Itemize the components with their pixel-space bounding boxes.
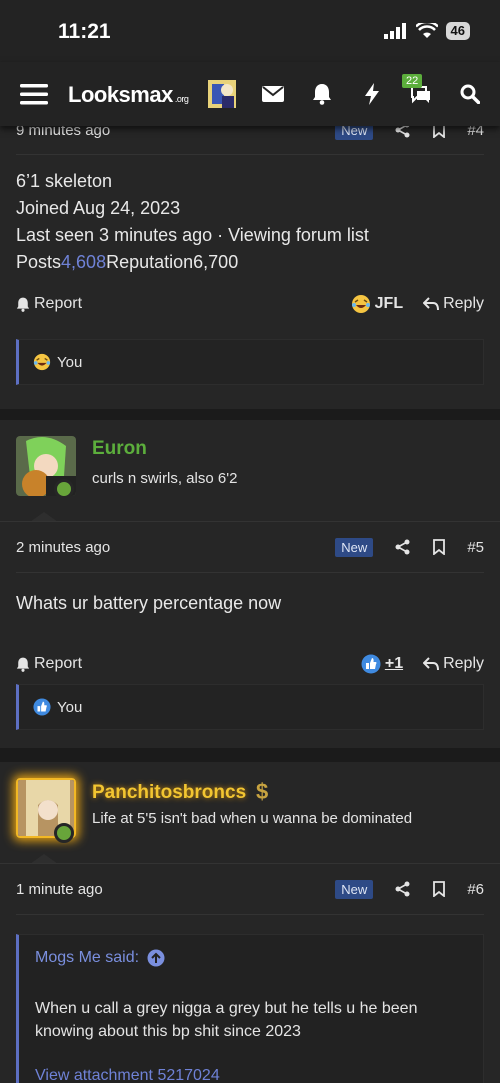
- wifi-icon: [415, 23, 438, 38]
- post-meta: 2 minutes ago New #5: [16, 535, 484, 559]
- post-date[interactable]: 9 minutes ago: [16, 126, 110, 139]
- body-line: Joined Aug 24, 2023: [16, 198, 181, 218]
- report-label: Report: [34, 295, 83, 312]
- chat-count-badge: 22: [402, 74, 423, 88]
- site-logo[interactable]: Looksmax .org: [68, 82, 189, 108]
- post-date[interactable]: 2 minutes ago: [16, 539, 110, 556]
- chat-bubble-icon[interactable]: 22: [402, 74, 436, 112]
- body-line: Last seen 3 minutes ago · Viewing forum …: [16, 225, 369, 245]
- hamburger-icon[interactable]: [16, 76, 52, 112]
- online-indicator: [54, 823, 74, 843]
- reactions-bar[interactable]: You: [16, 339, 484, 385]
- post-number[interactable]: #4: [467, 126, 484, 139]
- lightning-icon[interactable]: [357, 76, 387, 112]
- divider: [16, 154, 484, 155]
- post-meta: 9 minutes ago New #4: [16, 126, 484, 142]
- share-icon[interactable]: [395, 539, 411, 555]
- new-badge: New: [335, 126, 374, 140]
- reacted-by: You: [57, 353, 83, 371]
- post-meta: 1 minute ago New #6: [16, 877, 484, 901]
- laughing-emoji-icon: [33, 353, 51, 371]
- top-nav: Looksmax .org 22: [0, 62, 500, 126]
- reply-icon: [423, 297, 440, 311]
- new-badge: New: [335, 537, 374, 557]
- user-title: Life at 5'5 isn't bad when u wanna be do…: [92, 810, 413, 827]
- username-link[interactable]: Euron: [92, 438, 147, 460]
- bookmark-icon[interactable]: [433, 539, 446, 555]
- username-link[interactable]: Panchitosbroncs: [92, 782, 246, 804]
- battery-indicator: 46: [445, 22, 470, 40]
- quote-text: When u call a grey nigga a grey but he t…: [35, 1000, 418, 1040]
- reactions-bar[interactable]: You: [16, 684, 484, 730]
- signal-icon: [383, 23, 406, 39]
- report-button[interactable]: Report: [16, 295, 82, 313]
- reaction-button[interactable]: +1: [361, 654, 403, 674]
- logo-text: Looksmax: [68, 82, 173, 107]
- post-6: Panchitosbroncs $ Life at 5'5 isn't bad …: [0, 762, 500, 1083]
- bookmark-icon[interactable]: [433, 126, 446, 138]
- laughing-emoji-icon: [351, 295, 370, 313]
- post-footer: Report JFL Reply: [16, 292, 484, 316]
- reaction-label: JFL: [374, 295, 404, 312]
- divider: [16, 572, 484, 573]
- user-avatar[interactable]: [207, 76, 237, 112]
- reply-label: Reply: [443, 655, 484, 672]
- status-bar: 11:21 46: [0, 0, 500, 62]
- post-5: Euron curls n swirls, also 6'2 2 minutes…: [0, 420, 500, 748]
- reply-button[interactable]: Reply: [423, 655, 484, 673]
- post-4: 9 minutes ago New #4 6’1 skeleton Joined…: [0, 126, 500, 409]
- reply-label: Reply: [443, 295, 484, 312]
- share-icon[interactable]: [395, 881, 411, 897]
- arrow-up-icon: [147, 949, 165, 967]
- divider: [0, 521, 500, 522]
- post-footer: Report +1 Reply: [16, 652, 484, 676]
- reaction-label: +1: [384, 655, 404, 672]
- posts-label: Posts: [16, 252, 62, 272]
- reputation-label: Reputation: [106, 252, 194, 272]
- attachment-link[interactable]: View attachment 5217024: [35, 1067, 220, 1083]
- report-label: Report: [34, 655, 83, 672]
- quote-block: Mogs Me said: When u call a grey nigga a…: [16, 934, 484, 1083]
- reputation-value: 6,700: [193, 252, 239, 272]
- post-number[interactable]: #6: [467, 881, 484, 898]
- user-title: curls n swirls, also 6'2: [92, 470, 238, 487]
- online-indicator: [54, 479, 74, 499]
- quote-author: Mogs Me said:: [35, 949, 140, 966]
- dollar-icon: $: [256, 779, 269, 804]
- post-date[interactable]: 1 minute ago: [16, 881, 103, 898]
- logo-suffix: .org: [174, 94, 189, 104]
- thread-content: 9 minutes ago New #4 6’1 skeleton Joined…: [0, 126, 500, 1083]
- post-number[interactable]: #5: [467, 539, 484, 556]
- report-button[interactable]: Report: [16, 655, 82, 673]
- post-body: Whats ur battery percentage now: [16, 593, 282, 613]
- reply-button[interactable]: Reply: [423, 295, 484, 313]
- envelope-icon[interactable]: [258, 76, 288, 112]
- post-body: 6’1 skeleton Joined Aug 24, 2023 Last se…: [16, 168, 369, 276]
- status-icons: 46: [383, 22, 470, 40]
- quote-header[interactable]: Mogs Me said:: [35, 949, 165, 967]
- bell-icon: [16, 657, 30, 672]
- new-badge: New: [335, 879, 374, 899]
- bookmark-icon[interactable]: [433, 881, 446, 897]
- body-line: 6’1 skeleton: [16, 171, 113, 191]
- thumbs-up-icon: [361, 654, 381, 674]
- thumbs-up-icon: [33, 698, 51, 716]
- bell-icon: [16, 297, 30, 312]
- stats-line: Posts4,608Reputation6,700: [16, 249, 369, 276]
- bell-icon[interactable]: [307, 76, 337, 112]
- status-time: 11:21: [58, 20, 111, 43]
- reply-icon: [423, 657, 440, 671]
- share-icon[interactable]: [395, 126, 411, 138]
- divider: [16, 914, 484, 915]
- divider: [0, 863, 500, 864]
- posts-value-link[interactable]: 4,608: [61, 252, 106, 272]
- search-icon[interactable]: [455, 76, 485, 112]
- reaction-button[interactable]: JFL: [351, 294, 403, 314]
- reacted-by: You: [57, 698, 83, 716]
